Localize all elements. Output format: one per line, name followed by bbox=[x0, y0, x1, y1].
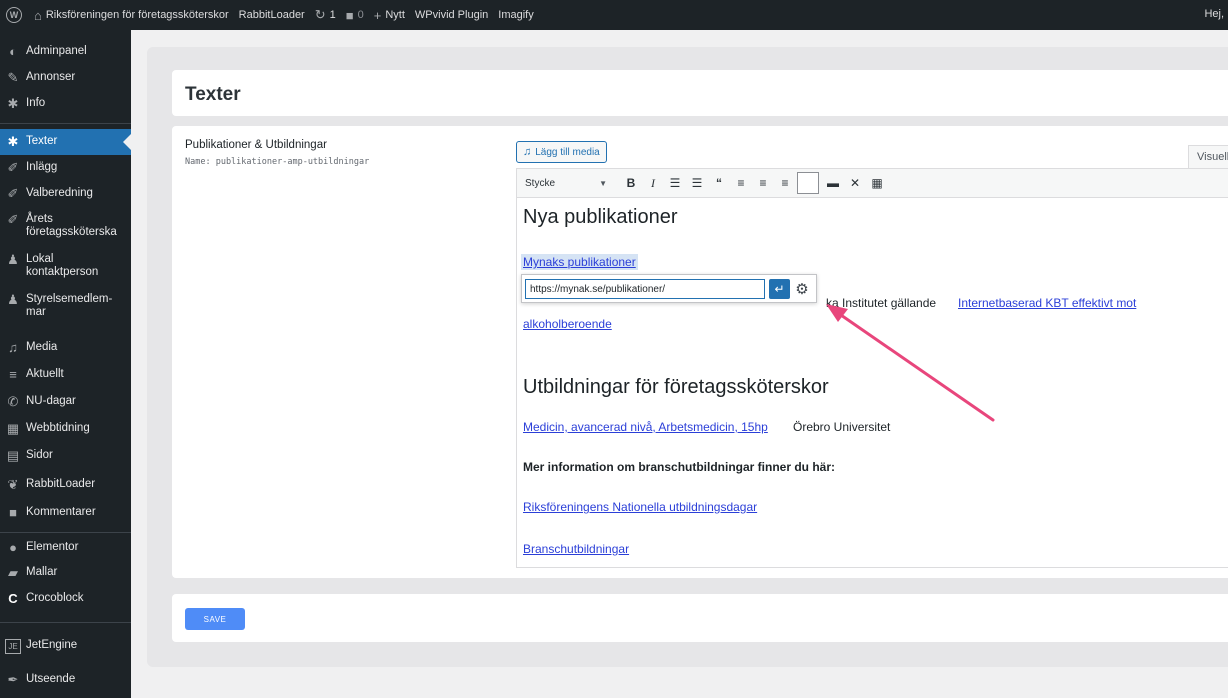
align-center-icon[interactable]: ≡ bbox=[753, 173, 773, 193]
media-icon: ♫ bbox=[8, 340, 18, 355]
plus-icon: + bbox=[373, 7, 382, 23]
gear-icon: ⚙ bbox=[795, 281, 809, 298]
sidebar-item-media[interactable]: ♫ Media bbox=[0, 341, 131, 354]
title-card bbox=[172, 70, 1228, 116]
media-icon: ♫ bbox=[523, 146, 532, 158]
sidebar-item-webbtidning[interactable]: ▦ Webbtidning bbox=[0, 422, 131, 435]
comments-link[interactable]: ■ 0 bbox=[346, 8, 364, 23]
sidebar-item-nu-dagar[interactable]: ✆ NU-dagar bbox=[0, 395, 131, 408]
gear-icon: ✱ bbox=[7, 96, 19, 111]
newspaper-icon: ▦ bbox=[6, 421, 20, 436]
content-link-branch-education[interactable]: Branschutbildningar bbox=[523, 542, 629, 556]
wordpress-logo-icon[interactable]: W bbox=[6, 7, 22, 23]
content-link-training-days[interactable]: Riksföreningens Nationella utbildningsda… bbox=[523, 500, 757, 514]
apply-link-button[interactable]: ↵ bbox=[769, 279, 790, 299]
sidebar-item-info[interactable]: ✱ Info bbox=[0, 97, 131, 110]
align-left-icon[interactable]: ≡ bbox=[731, 173, 751, 193]
pin-icon: ✐ bbox=[7, 186, 19, 201]
numbered-list-icon[interactable]: ☰ bbox=[687, 173, 707, 193]
sidebar-item-crocoblock[interactable]: C Crocoblock bbox=[0, 592, 131, 605]
bullet-list-icon[interactable]: ☰ bbox=[665, 173, 685, 193]
sidebar-item-annonser[interactable]: ✎ Annonser bbox=[0, 71, 131, 84]
megaphone-icon: ✆ bbox=[7, 394, 19, 409]
sidebar-item-utseende[interactable]: ✒ Utseende bbox=[0, 673, 131, 686]
folder-icon: ▰ bbox=[8, 565, 18, 580]
sidebar-item-texter[interactable]: ✱ Texter bbox=[0, 129, 131, 155]
field-name: Name: publikationer-amp-utbildningar bbox=[185, 157, 370, 167]
content-heading-education: Utbildningar för företagssköterskor bbox=[523, 376, 829, 398]
sidebar-item-arets-foretagsskoterska[interactable]: ✐ Årets företagssköterska bbox=[0, 213, 120, 239]
link-options-button[interactable]: ⚙ bbox=[793, 279, 811, 299]
user-icon: ♟ bbox=[7, 292, 19, 307]
refresh-icon: ↻ bbox=[314, 7, 326, 22]
sidebar-item-mallar[interactable]: ▰ Mallar bbox=[0, 566, 131, 579]
site-name-link[interactable]: ⌂ Riksföreningen för företagssköterskor bbox=[34, 8, 229, 23]
save-card bbox=[172, 594, 1228, 642]
content-more-info: Mer information om branschutbildningar f… bbox=[523, 460, 836, 474]
wpvivid-link[interactable]: WPvivid Plugin bbox=[415, 9, 488, 21]
sidebar-item-valberedning[interactable]: ✐ Valberedning bbox=[0, 187, 131, 200]
sidebar-item-aktuellt[interactable]: ≡ Aktuellt bbox=[0, 368, 131, 381]
dashboard-icon: ◐ bbox=[9, 44, 17, 59]
toolbar-toggle-icon[interactable]: ▦ bbox=[867, 173, 887, 193]
sidebar-item-elementor[interactable]: ● Elementor bbox=[0, 541, 131, 554]
sidebar-separator bbox=[0, 532, 131, 533]
rabbitloader-link[interactable]: RabbitLoader bbox=[239, 9, 305, 21]
content-course-university: Örebro Universitet bbox=[793, 420, 891, 434]
insert-link-button[interactable] bbox=[797, 172, 819, 194]
field-label: Publikationer & Utbildningar bbox=[185, 139, 327, 151]
content-paragraph-text: ka Institutet gällande bbox=[826, 296, 937, 310]
content-heading-publications: Nya publikationer bbox=[523, 206, 678, 228]
save-button[interactable]: SAVE bbox=[185, 608, 245, 630]
sidebar-item-jetengine[interactable]: JE JetEngine bbox=[0, 639, 131, 654]
content-link-kbt[interactable]: Internetbaserad KBT effektivt mot bbox=[958, 296, 1136, 310]
format-select[interactable]: Stycke ▼ bbox=[521, 174, 611, 192]
page-title: Texter bbox=[185, 84, 241, 105]
fullscreen-icon[interactable]: ✕ bbox=[845, 173, 865, 193]
home-icon: ⌂ bbox=[34, 7, 42, 23]
user-icon: ♟ bbox=[7, 252, 19, 267]
list-icon: ≡ bbox=[9, 367, 17, 382]
sidebar-item-lokal-kontaktperson[interactable]: ♟ Lokal kontaktperson bbox=[0, 253, 118, 279]
tab-visual[interactable]: Visuell bbox=[1188, 145, 1228, 169]
updates-link[interactable]: ↻ 1 bbox=[315, 7, 336, 23]
sidebar-item-sidor[interactable]: ▤ Sidor bbox=[0, 449, 131, 462]
brush-icon: ✒ bbox=[7, 672, 19, 687]
link-url-input[interactable] bbox=[525, 279, 765, 299]
rabbit-icon: ❦ bbox=[7, 477, 19, 492]
imagify-link[interactable]: Imagify bbox=[498, 9, 533, 21]
crocoblock-icon: C bbox=[8, 591, 18, 606]
pen-icon: ✎ bbox=[7, 70, 19, 85]
sidebar-item-rabbitloader[interactable]: ❦ RabbitLoader bbox=[0, 478, 131, 491]
content-link-mynak[interactable]: Mynaks publikationer bbox=[521, 254, 638, 270]
page-icon: ▤ bbox=[6, 448, 20, 463]
content-link-course[interactable]: Medicin, avancerad nivå, Arbetsmedicin, … bbox=[523, 420, 768, 434]
pin-icon: ✐ bbox=[7, 212, 19, 227]
content-link-alkohol[interactable]: alkoholberoende bbox=[523, 317, 612, 331]
jetengine-icon: JE bbox=[5, 639, 21, 654]
account-greeting[interactable]: Hej, bbox=[1204, 8, 1224, 20]
read-more-icon[interactable]: ▬ bbox=[823, 173, 843, 193]
elementor-icon: ● bbox=[9, 540, 17, 555]
chevron-down-icon: ▼ bbox=[599, 178, 607, 188]
sidebar-item-styrelsemedlemmar[interactable]: ♟ Styrelsemedlem-mar bbox=[0, 293, 126, 319]
admin-bar: W ⌂ Riksföreningen för företagssköterskor… bbox=[0, 0, 1228, 30]
sidebar-separator bbox=[0, 622, 131, 623]
italic-button[interactable]: I bbox=[643, 173, 663, 193]
comment-icon: ■ bbox=[9, 505, 17, 520]
enter-icon: ↵ bbox=[774, 282, 785, 296]
blockquote-icon[interactable]: “ bbox=[709, 173, 729, 193]
sidebar-item-adminpanel[interactable]: ◐ Adminpanel bbox=[0, 45, 131, 58]
sidebar-item-inlagg[interactable]: ✐ Inlägg bbox=[0, 161, 131, 174]
comment-icon: ■ bbox=[345, 7, 354, 23]
add-media-button[interactable]: ♫ Lägg till media bbox=[516, 141, 607, 163]
sidebar-separator bbox=[0, 123, 131, 124]
align-right-icon[interactable]: ≡ bbox=[775, 173, 795, 193]
bold-button[interactable]: B bbox=[621, 173, 641, 193]
pin-icon: ✐ bbox=[7, 160, 19, 175]
sidebar-item-kommentarer[interactable]: ■ Kommentarer bbox=[0, 506, 131, 519]
new-content-link[interactable]: + Nytt bbox=[374, 8, 405, 23]
gear-icon: ✱ bbox=[7, 134, 19, 149]
